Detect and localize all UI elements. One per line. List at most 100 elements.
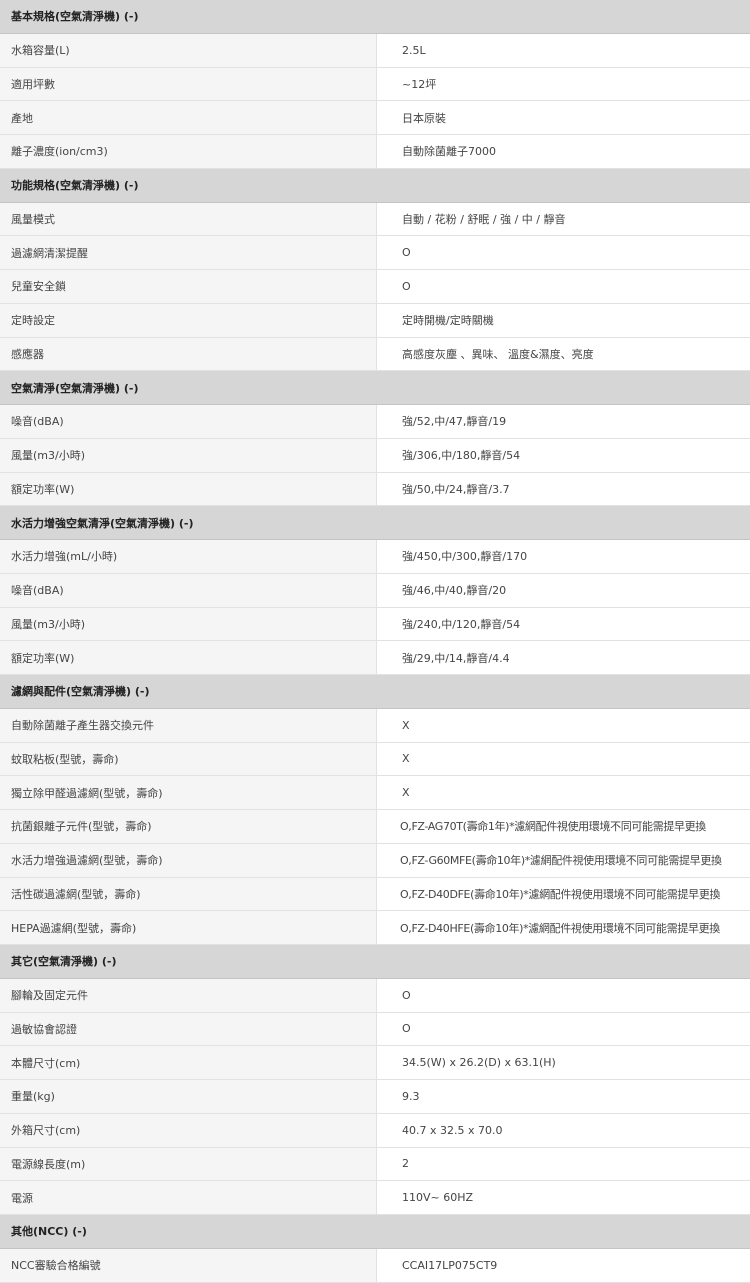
spec-label: 離子濃度(ion/cm3) <box>0 135 377 168</box>
spec-label: 獨立除甲醛過濾網(型號，壽命) <box>0 776 377 809</box>
section-header: 其它(空氣清淨機) (-) <box>0 945 750 979</box>
spec-label: 水箱容量(L) <box>0 33 377 67</box>
spec-label: 適用坪數 <box>0 67 377 101</box>
spec-row: 水箱容量(L) 2.5L <box>0 33 750 68</box>
spec-value: O,FZ-G60MFE(壽命10年)*濾網配件視使用環境不同可能需提早更換 <box>377 843 750 877</box>
spec-value: ~12坪 <box>377 67 750 101</box>
section-header: 濾網與配件(空氣清淨機) (-) <box>0 675 750 709</box>
section-header: 基本規格(空氣清淨機) (-) <box>0 0 750 34</box>
spec-row: 感應器 高感度灰塵 、異味、 溫度&濕度、亮度 <box>0 337 750 372</box>
spec-row: 噪音(dBA) 強/52,中/47,靜音/19 <box>0 405 750 439</box>
spec-value: 9.3 <box>377 1080 750 1113</box>
spec-label: 水活力增強(mL/小時) <box>0 540 377 573</box>
spec-value: 強/29,中/14,靜音/4.4 <box>377 641 750 674</box>
spec-value: 強/52,中/47,靜音/19 <box>377 405 750 438</box>
spec-value: 強/46,中/40,靜音/20 <box>377 573 750 607</box>
spec-value: CCAI17LP075CT9 <box>377 1248 750 1282</box>
spec-row: 外箱尺寸(cm) 40.7 x 32.5 x 70.0 <box>0 1113 750 1148</box>
spec-value: 高感度灰塵 、異味、 溫度&濕度、亮度 <box>377 337 750 371</box>
spec-label: 自動除菌離子產生器交換元件 <box>0 708 377 742</box>
spec-label: 腳輪及固定元件 <box>0 978 377 1012</box>
spec-value: 110V~ 60HZ <box>377 1181 750 1214</box>
spec-value: 40.7 x 32.5 x 70.0 <box>377 1113 750 1147</box>
spec-label: 風量(m3/小時) <box>0 438 377 472</box>
spec-value: O <box>377 978 750 1012</box>
spec-row: 腳輪及固定元件 O <box>0 978 750 1013</box>
spec-value: X <box>377 776 750 809</box>
spec-label: 蚊取粘板(型號，壽命) <box>0 742 377 776</box>
spec-row: 過濾網清潔提醒 O <box>0 236 750 270</box>
spec-value: X <box>377 742 750 776</box>
spec-label: 額定功率(W) <box>0 641 377 674</box>
spec-row: 定時設定 定時開機/定時關機 <box>0 303 750 338</box>
spec-label: 抗菌銀離子元件(型號，壽命) <box>0 810 377 843</box>
spec-row: NCC審驗合格編號 CCAI17LP075CT9 <box>0 1248 750 1283</box>
spec-value: 自動 / 花粉 / 舒眠 / 強 / 中 / 靜音 <box>377 202 750 236</box>
spec-row: 風量(m3/小時) 強/306,中/180,靜音/54 <box>0 438 750 473</box>
spec-label: HEPA過濾網(型號，壽命) <box>0 911 377 944</box>
spec-label: 額定功率(W) <box>0 472 377 506</box>
spec-label: 電源線長度(m) <box>0 1147 377 1181</box>
section-header: 空氣清淨(空氣清淨機) (-) <box>0 371 750 405</box>
spec-row: 獨立除甲醛過濾網(型號，壽命) X <box>0 776 750 810</box>
section-header: 其他(NCC) (-) <box>0 1215 750 1249</box>
spec-label: 感應器 <box>0 337 377 371</box>
spec-row: 風量模式 自動 / 花粉 / 舒眠 / 強 / 中 / 靜音 <box>0 202 750 237</box>
spec-row: HEPA過濾網(型號，壽命) O,FZ-D40HFE(壽命10年)*濾網配件視使用… <box>0 911 750 945</box>
spec-label: 活性碳過濾網(型號，壽命) <box>0 877 377 911</box>
spec-label: 定時設定 <box>0 303 377 337</box>
spec-row: 自動除菌離子產生器交換元件 X <box>0 708 750 743</box>
spec-row: 過敏協會認證 O <box>0 1012 750 1047</box>
spec-row: 重量(kg) 9.3 <box>0 1080 750 1114</box>
spec-row: 電源 110V~ 60HZ <box>0 1181 750 1215</box>
spec-value: 自動除菌離子7000 <box>377 135 750 168</box>
spec-value: O <box>377 236 750 269</box>
spec-value: O <box>377 270 750 303</box>
spec-value: 強/450,中/300,靜音/170 <box>377 540 750 573</box>
spec-row: 風量(m3/小時) 強/240,中/120,靜音/54 <box>0 607 750 642</box>
spec-row: 適用坪數 ~12坪 <box>0 67 750 102</box>
spec-label: 過濾網清潔提醒 <box>0 236 377 269</box>
section-header: 功能規格(空氣清淨機) (-) <box>0 168 750 203</box>
spec-value: O,FZ-AG70T(壽命1年)*濾網配件視使用環境不同可能需提早更換 <box>377 810 750 843</box>
spec-row: 離子濃度(ion/cm3) 自動除菌離子7000 <box>0 135 750 169</box>
spec-row: 活性碳過濾網(型號，壽命) O,FZ-D40DFE(壽命10年)*濾網配件視使用環… <box>0 877 750 912</box>
spec-label: 產地 <box>0 101 377 134</box>
spec-table: 基本規格(空氣清淨機) (-) 水箱容量(L) 2.5L 適用坪數 ~12坪 產地 日本原裝… <box>0 0 750 1283</box>
spec-label: 外箱尺寸(cm) <box>0 1113 377 1147</box>
spec-label: 噪音(dBA) <box>0 405 377 438</box>
spec-label: 風量模式 <box>0 202 377 236</box>
spec-label: 風量(m3/小時) <box>0 607 377 641</box>
spec-label: 水活力增強過濾網(型號，壽命) <box>0 843 377 877</box>
spec-row: 蚊取粘板(型號，壽命) X <box>0 742 750 777</box>
spec-value: X <box>377 708 750 742</box>
section-header: 水活力增強空氣清淨(空氣清淨機) (-) <box>0 506 750 540</box>
spec-row: 兒童安全鎖 O <box>0 270 750 304</box>
spec-row: 產地 日本原裝 <box>0 101 750 135</box>
spec-label: 重量(kg) <box>0 1080 377 1113</box>
spec-value: 34.5(W) x 26.2(D) x 63.1(H) <box>377 1046 750 1079</box>
spec-value: 2 <box>377 1147 750 1181</box>
spec-value: O,FZ-D40DFE(壽命10年)*濾網配件視使用環境不同可能需提早更換 <box>377 877 750 911</box>
spec-row: 額定功率(W) 強/29,中/14,靜音/4.4 <box>0 641 750 675</box>
spec-row: 額定功率(W) 強/50,中/24,靜音/3.7 <box>0 472 750 507</box>
spec-value: 強/306,中/180,靜音/54 <box>377 438 750 472</box>
spec-label: NCC審驗合格編號 <box>0 1248 377 1282</box>
spec-value: 強/50,中/24,靜音/3.7 <box>377 472 750 506</box>
spec-value: 定時開機/定時關機 <box>377 303 750 337</box>
spec-value: 強/240,中/120,靜音/54 <box>377 607 750 641</box>
spec-label: 噪音(dBA) <box>0 573 377 607</box>
spec-row: 本體尺寸(cm) 34.5(W) x 26.2(D) x 63.1(H) <box>0 1046 750 1080</box>
spec-row: 水活力增強過濾網(型號，壽命) O,FZ-G60MFE(壽命10年)*濾網配件視使… <box>0 843 750 878</box>
spec-row: 電源線長度(m) 2 <box>0 1147 750 1182</box>
spec-value: 2.5L <box>377 33 750 67</box>
spec-value: O <box>377 1012 750 1046</box>
spec-row: 抗菌銀離子元件(型號，壽命) O,FZ-AG70T(壽命1年)*濾網配件視使用環境… <box>0 810 750 844</box>
spec-value: O,FZ-D40HFE(壽命10年)*濾網配件視使用環境不同可能需提早更換 <box>377 911 750 944</box>
spec-label: 過敏協會認證 <box>0 1012 377 1046</box>
spec-label: 電源 <box>0 1181 377 1214</box>
spec-row: 噪音(dBA) 強/46,中/40,靜音/20 <box>0 573 750 608</box>
spec-label: 本體尺寸(cm) <box>0 1046 377 1079</box>
spec-label: 兒童安全鎖 <box>0 270 377 303</box>
spec-row: 水活力增強(mL/小時) 強/450,中/300,靜音/170 <box>0 540 750 574</box>
